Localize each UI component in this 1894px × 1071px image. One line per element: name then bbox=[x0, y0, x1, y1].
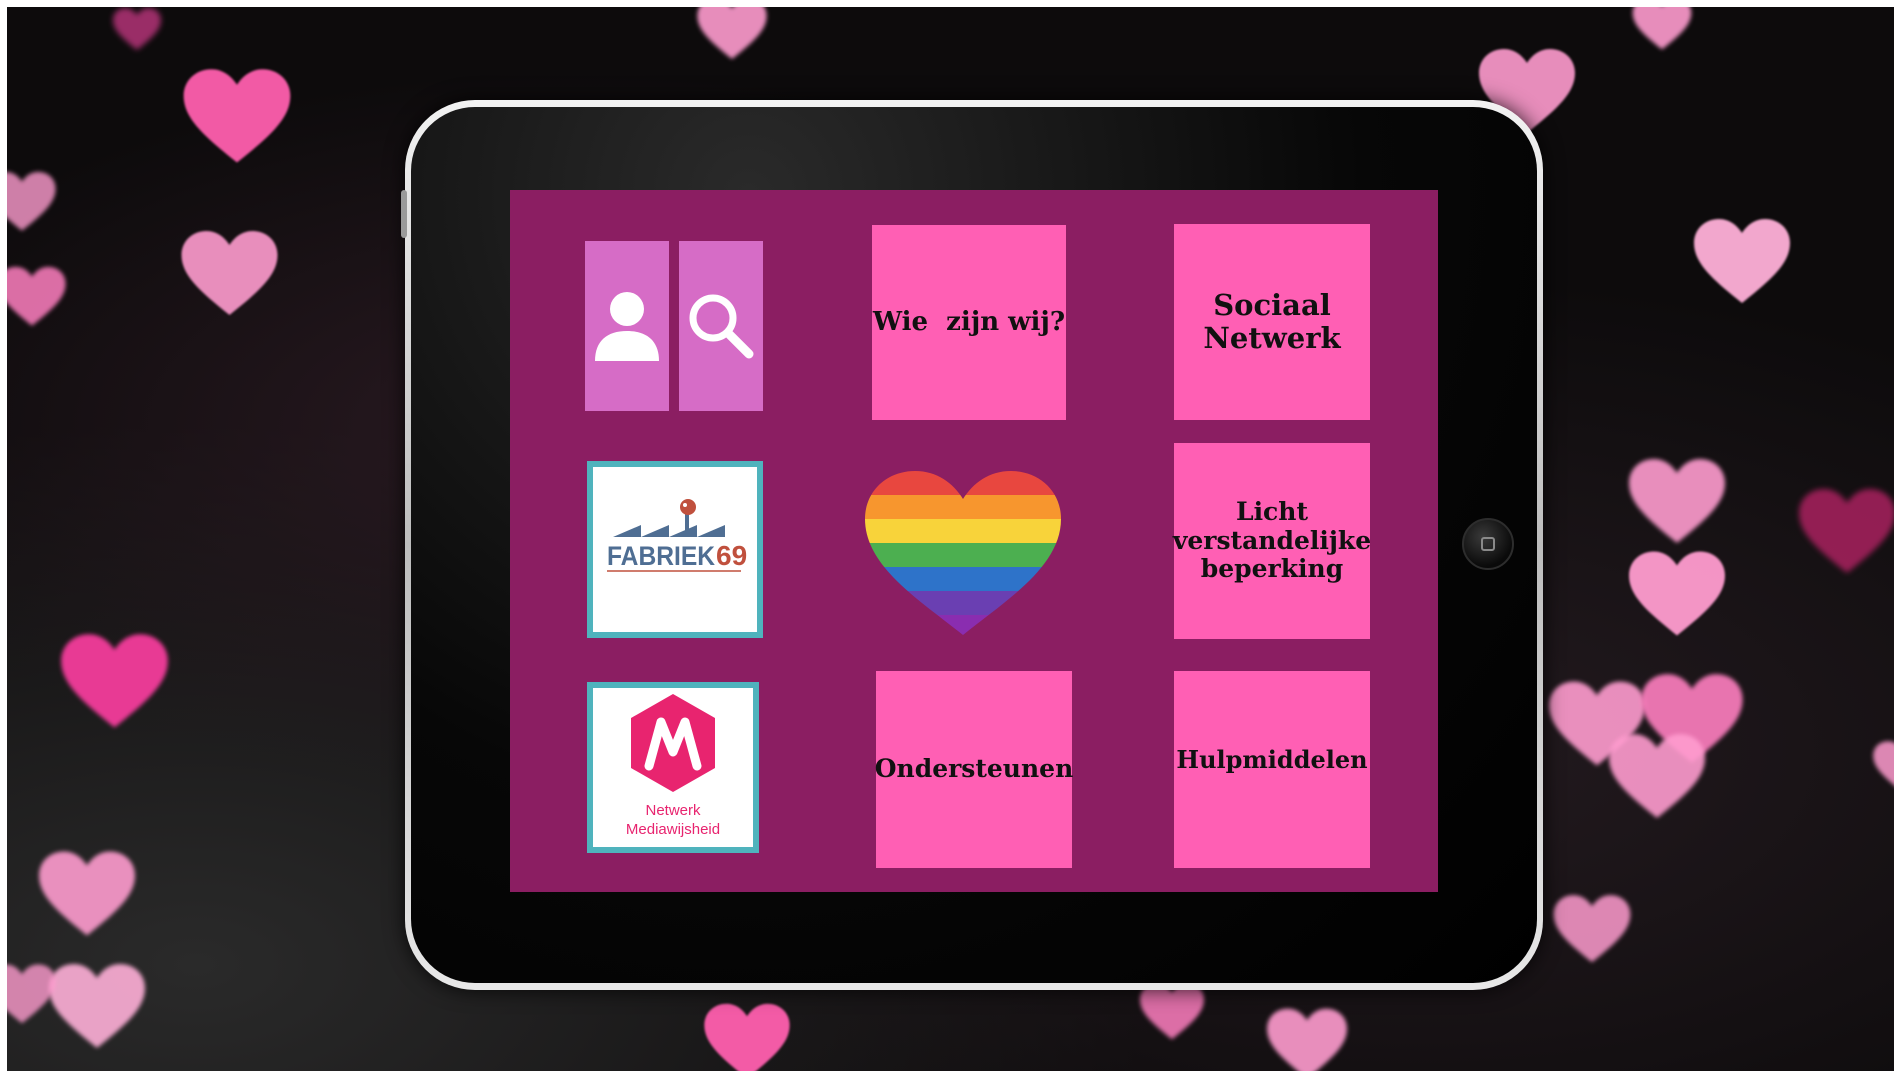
tile-sociaal-netwerk[interactable]: Sociaal Netwerk bbox=[1174, 224, 1370, 420]
bokeh-heart-icon bbox=[97, 7, 177, 52]
bokeh-heart-icon bbox=[1617, 7, 1707, 52]
bokeh-heart-icon bbox=[1692, 217, 1792, 307]
tile-wie-zijn-wij[interactable]: Wie zijn wij? bbox=[872, 225, 1066, 420]
bokeh-heart-icon bbox=[7, 167, 57, 237]
home-square-icon bbox=[1481, 537, 1495, 551]
bokeh-heart-icon bbox=[1872, 727, 1894, 807]
bokeh-heart-icon bbox=[37, 847, 137, 942]
rainbow-heart-icon bbox=[865, 471, 1061, 635]
bokeh-heart-icon bbox=[7, 957, 57, 1032]
bokeh-heart-icon bbox=[1552, 887, 1632, 972]
tile-lvb-label-line3: beperking bbox=[1200, 554, 1344, 584]
bokeh-heart-icon bbox=[7, 257, 67, 337]
person-icon bbox=[595, 292, 659, 361]
fabriek-logo-word: FABRIEK bbox=[607, 541, 715, 571]
tablet-screen: Wie zijn wij? Sociaal Netwerk FABRIEK 69 bbox=[510, 190, 1438, 892]
bokeh-heart-icon bbox=[47, 962, 147, 1052]
tile-wie-zijn-wij-label: Wie zijn wij? bbox=[872, 306, 1066, 337]
bokeh-heart-icon bbox=[177, 67, 297, 167]
mediawijsheid-logo-line1: Netwerk bbox=[645, 802, 701, 819]
search-button[interactable] bbox=[679, 241, 763, 411]
rainbow-heart[interactable] bbox=[863, 469, 1063, 637]
tile-licht-verstandelijke-beperking[interactable]: Licht verstandelijke beperking bbox=[1172, 443, 1372, 639]
tile-hulpmiddelen-label: Hulpmiddelen bbox=[1176, 744, 1368, 774]
tile-ondersteunen-label: Ondersteunen bbox=[874, 754, 1074, 784]
fabriek-logo: FABRIEK 69 bbox=[607, 499, 747, 572]
tile-hulpmiddelen[interactable]: Hulpmiddelen bbox=[1174, 671, 1370, 868]
profile-button[interactable] bbox=[585, 241, 669, 411]
bokeh-heart-icon bbox=[1627, 547, 1727, 642]
fabriek-logo-number: 69 bbox=[716, 540, 747, 571]
bokeh-heart-icon bbox=[1127, 982, 1217, 1042]
mediawijsheid-logo-line2: Mediawijsheid bbox=[626, 821, 720, 838]
search-icon bbox=[689, 294, 754, 359]
bokeh-heart-icon bbox=[52, 632, 177, 732]
bokeh-heart-icon bbox=[1627, 457, 1727, 547]
background: Wie zijn wij? Sociaal Netwerk FABRIEK 69 bbox=[7, 7, 1894, 1071]
bokeh-heart-icon bbox=[692, 1002, 802, 1071]
fabriek-logo-tile[interactable]: FABRIEK 69 bbox=[587, 461, 763, 638]
mediawijsheid-logo: Netwerk Mediawijsheid bbox=[626, 694, 720, 838]
tile-lvb-label-line1: Licht bbox=[1235, 496, 1309, 526]
tile-lvb-label-line2: verstandelijke bbox=[1172, 525, 1372, 555]
bokeh-heart-icon bbox=[677, 7, 787, 62]
tablet-side-button bbox=[401, 190, 407, 238]
home-button[interactable] bbox=[1462, 518, 1514, 570]
mediawijsheid-logo-tile[interactable]: Netwerk Mediawijsheid bbox=[587, 682, 759, 853]
bokeh-heart-icon bbox=[1797, 487, 1894, 577]
bokeh-heart-icon bbox=[1252, 1007, 1362, 1071]
tile-ondersteunen[interactable]: Ondersteunen bbox=[874, 671, 1074, 868]
tile-sociaal-netwerk-label-line1: Sociaal bbox=[1213, 287, 1331, 322]
bokeh-heart-icon bbox=[177, 229, 282, 319]
tile-sociaal-netwerk-label-line2: Netwerk bbox=[1203, 321, 1341, 355]
bokeh-heart-icon bbox=[1607, 732, 1707, 822]
